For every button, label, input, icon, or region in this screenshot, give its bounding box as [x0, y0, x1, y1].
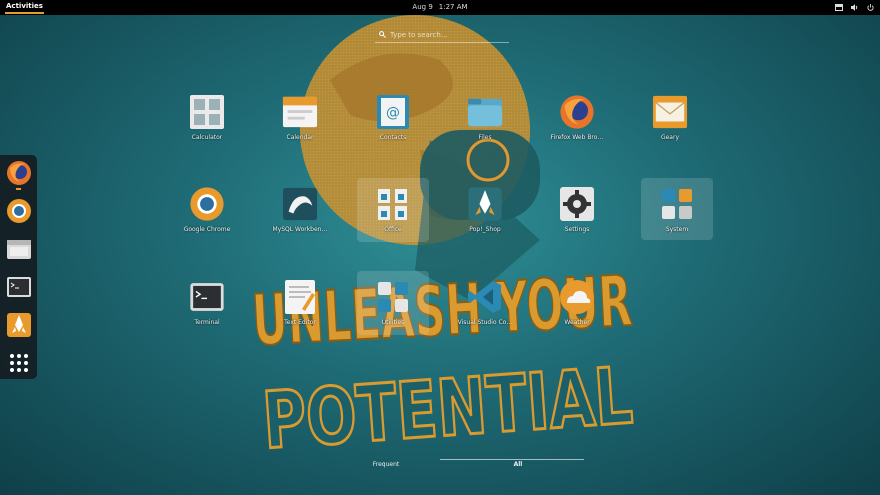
app-label: Utilities — [381, 319, 405, 326]
clock-time: 1:27 AM — [438, 3, 468, 11]
app-label: Google Chrome — [183, 226, 231, 233]
volume-icon[interactable] — [851, 4, 859, 11]
app-pop-shop[interactable]: Pop!_Shop — [449, 178, 521, 242]
running-indicator — [16, 188, 21, 190]
folder-system[interactable]: System — [641, 178, 713, 240]
svg-text:@: @ — [386, 105, 400, 121]
app-contacts[interactable]: @ Contacts — [357, 86, 429, 150]
app-label: MySQL Workben… — [272, 226, 328, 233]
dash-chrome[interactable] — [5, 197, 32, 224]
dash-files[interactable] — [5, 235, 32, 262]
chrome-icon — [6, 198, 31, 223]
pop-shop-icon — [468, 187, 502, 221]
files-icon — [6, 239, 31, 259]
app-mysql-workbench[interactable]: MySQL Workben… — [264, 178, 336, 242]
app-label: Weather — [564, 319, 590, 326]
files-icon — [467, 98, 503, 127]
dash-show-apps[interactable] — [5, 349, 32, 376]
app-label: Calculator — [191, 134, 223, 141]
show-apps-icon — [9, 353, 28, 372]
app-label: Visual Studio Co… — [457, 319, 513, 326]
tab-all[interactable]: All — [452, 459, 584, 471]
app-label: Contacts — [379, 134, 407, 141]
settings-icon — [560, 187, 594, 221]
app-label: Office — [384, 226, 402, 233]
clock[interactable]: Aug 9 1:27 AM — [0, 0, 880, 15]
dash-pop-shop[interactable] — [5, 311, 32, 338]
app-label: Calendar — [286, 134, 314, 141]
app-visual-studio-code[interactable]: Visual Studio Co… — [449, 271, 521, 335]
office-folder-icon — [378, 189, 407, 220]
system-folder-icon — [662, 189, 692, 219]
contacts-icon: @ — [377, 95, 409, 129]
vscode-icon — [468, 281, 501, 313]
firefox-icon — [6, 160, 31, 185]
app-calculator[interactable]: Calculator — [171, 86, 243, 150]
system-tray[interactable] — [835, 0, 874, 15]
app-text-editor[interactable]: Text Editor — [264, 271, 336, 335]
app-label: Firefox Web Bro… — [550, 134, 604, 141]
folder-utilities[interactable]: Utilities — [357, 271, 429, 335]
search-icon — [379, 31, 386, 38]
mysql-icon — [282, 187, 318, 221]
clock-date: Aug 9 — [412, 3, 433, 11]
wallpaper-line2: POTENTIAL — [260, 351, 635, 467]
wallpaper-art: UNLEASH YOUR POTENTIAL — [249, 15, 637, 468]
text-editor-icon — [285, 280, 315, 314]
power-icon[interactable] — [867, 4, 874, 11]
top-bar: Activities Aug 9 1:27 AM — [0, 0, 880, 15]
dash-terminal[interactable] — [5, 273, 32, 300]
view-switch: Frequent All — [320, 455, 584, 475]
app-label: Settings — [564, 226, 590, 233]
utilities-folder-icon — [378, 282, 408, 312]
app-label: Pop!_Shop — [469, 226, 501, 233]
dash — [0, 155, 37, 379]
geary-icon — [652, 95, 688, 129]
dash-firefox[interactable] — [5, 159, 32, 186]
app-firefox[interactable]: Firefox Web Bro… — [541, 86, 613, 150]
terminal-icon — [190, 283, 224, 311]
chrome-icon — [190, 187, 224, 221]
app-label: System — [665, 226, 689, 233]
app-weather[interactable]: Weather — [541, 271, 613, 335]
tab-frequent[interactable]: Frequent — [320, 459, 452, 471]
app-label: Files — [478, 134, 492, 141]
search-bar[interactable] — [375, 27, 509, 43]
calculator-icon — [190, 95, 224, 129]
calendar-icon — [282, 96, 318, 128]
terminal-icon — [6, 276, 31, 297]
search-input[interactable] — [390, 30, 500, 39]
app-settings[interactable]: Settings — [541, 178, 613, 242]
app-geary[interactable]: Geary — [634, 86, 706, 150]
app-label: Terminal — [194, 319, 220, 326]
weather-icon — [560, 280, 594, 314]
firefox-icon — [560, 95, 594, 129]
app-calendar[interactable]: Calendar — [264, 86, 336, 150]
pop-shop-icon — [6, 312, 31, 337]
app-files[interactable]: Files — [449, 86, 521, 150]
app-label: Text Editor — [284, 319, 316, 326]
screen-icon[interactable] — [835, 4, 843, 11]
app-google-chrome[interactable]: Google Chrome — [171, 178, 243, 242]
folder-office[interactable]: Office — [357, 178, 429, 242]
app-terminal[interactable]: Terminal — [171, 271, 243, 335]
app-label: Geary — [660, 134, 680, 141]
